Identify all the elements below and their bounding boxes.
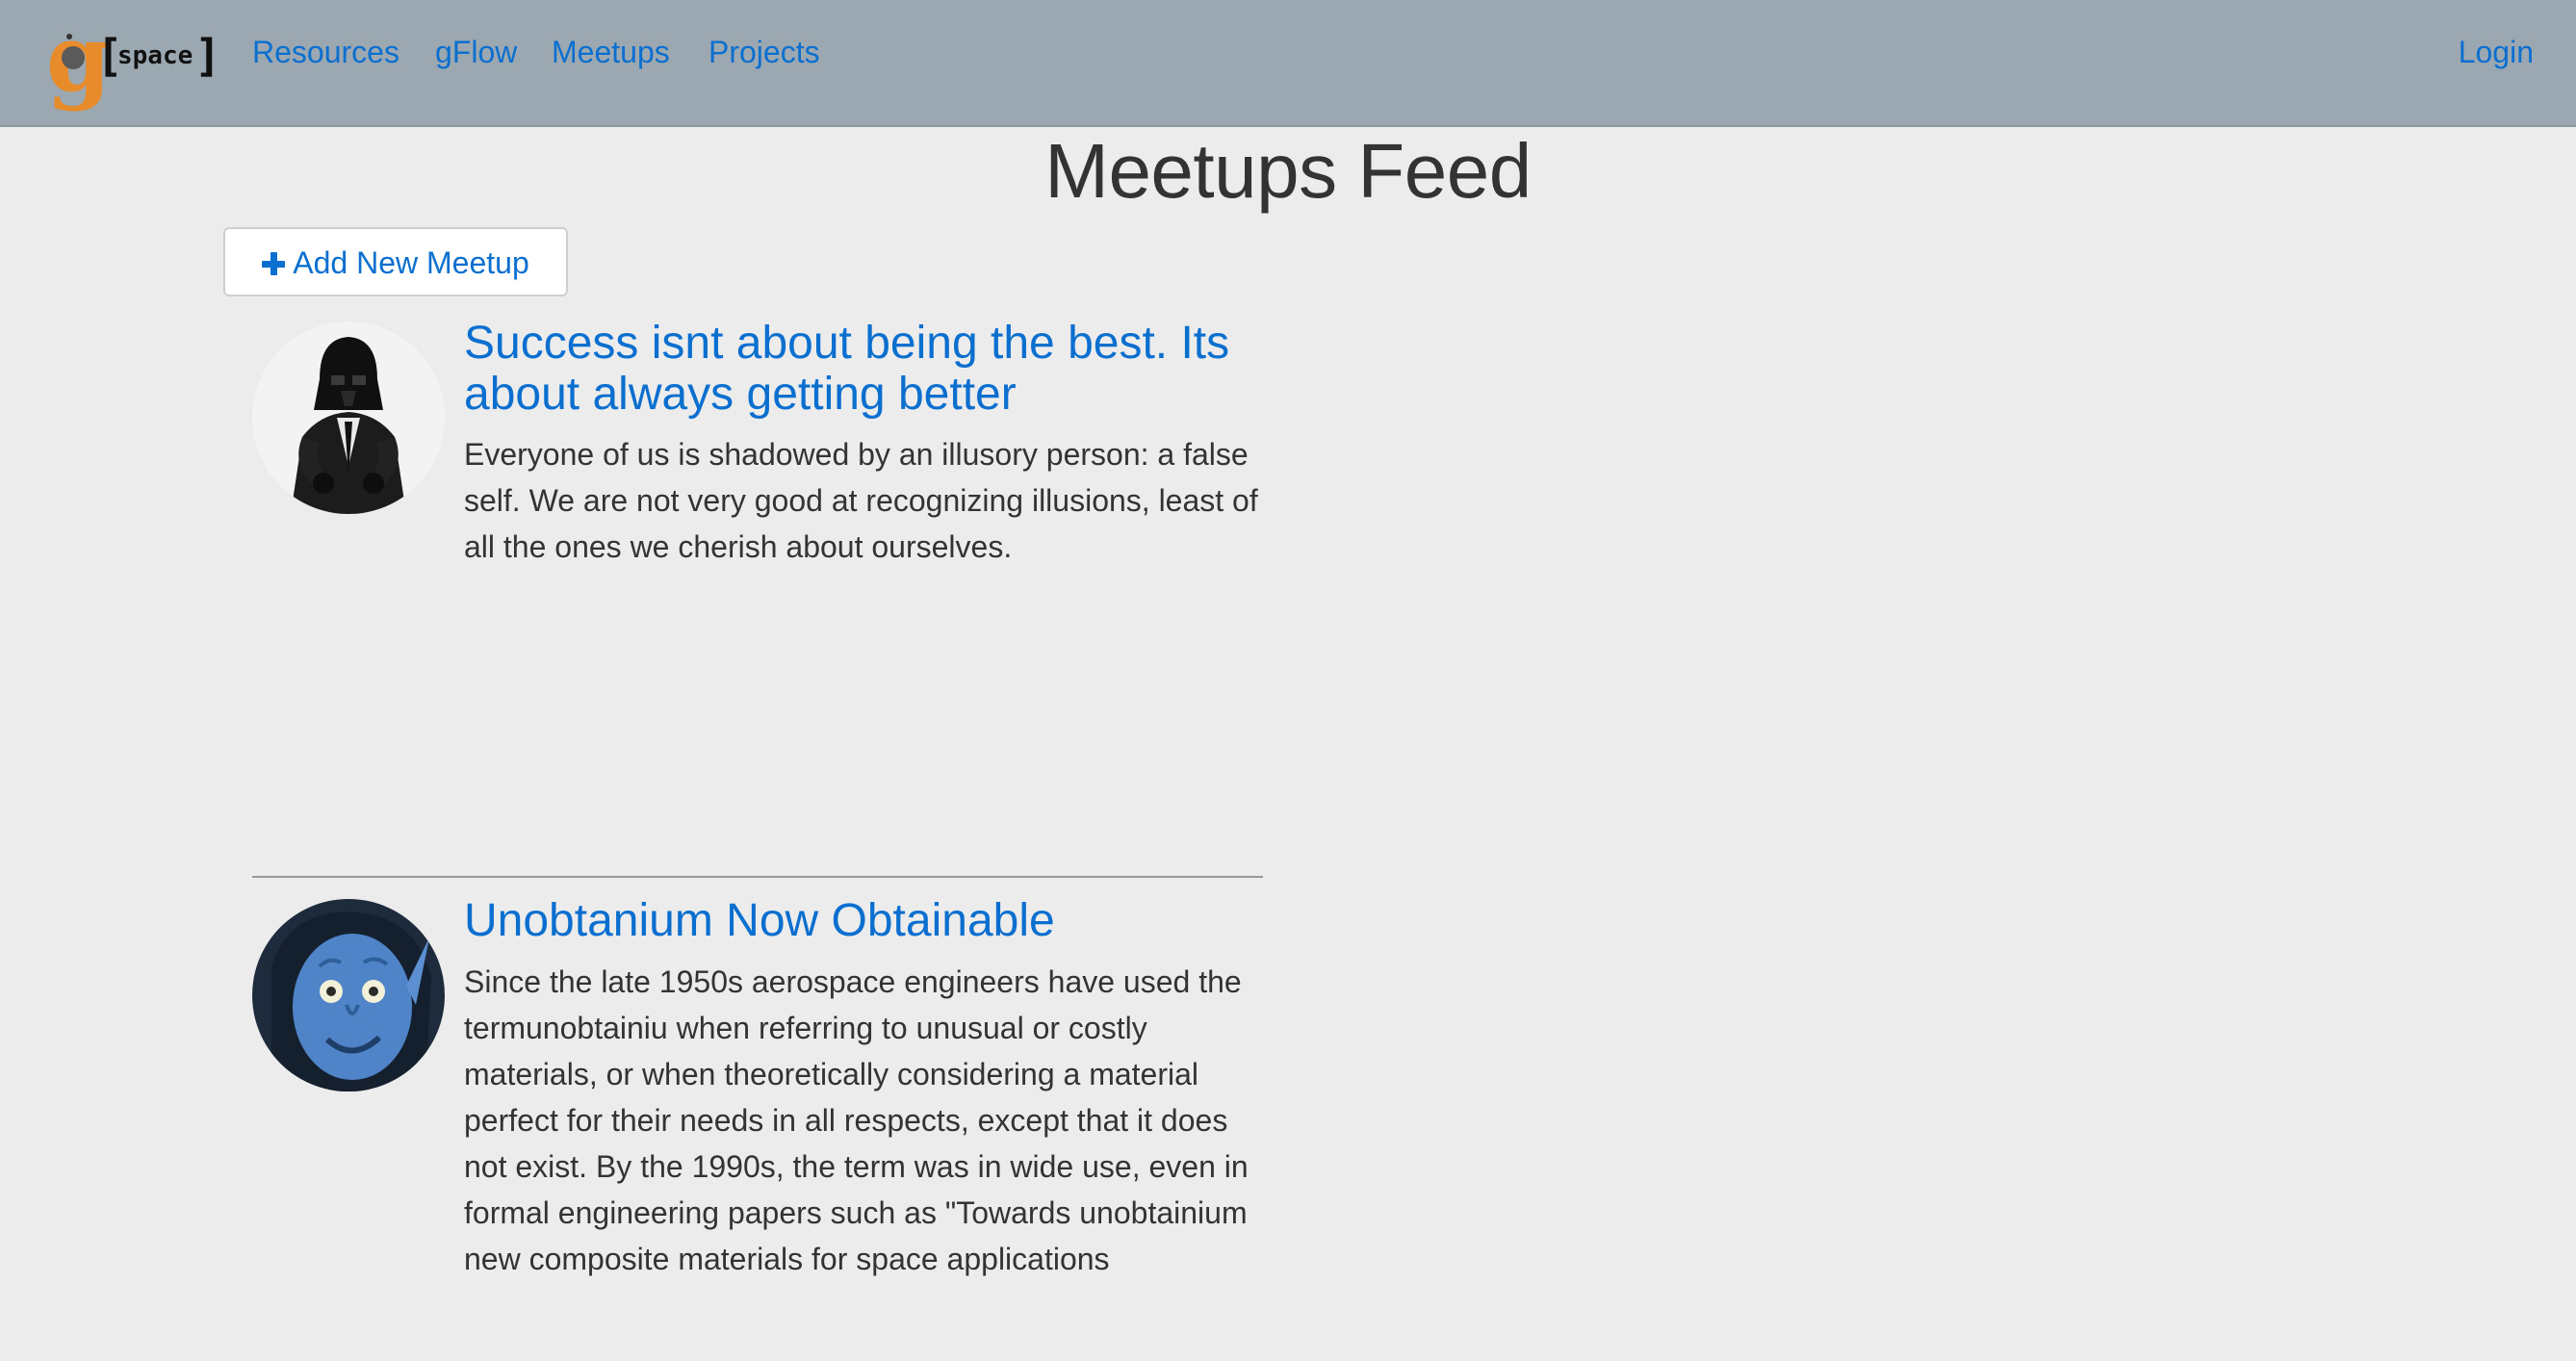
brand-logo[interactable]: g [ ] space bbox=[46, 4, 221, 114]
nav-link-gflow[interactable]: gFlow bbox=[435, 33, 517, 71]
top-navbar: g [ ] space Resources gFlow Meetups Proj… bbox=[0, 0, 2576, 127]
meetup-divider bbox=[252, 876, 1263, 878]
svg-text:]: ] bbox=[194, 30, 221, 82]
plus-icon bbox=[262, 252, 286, 275]
meetup-description: Everyone of us is shadowed by an illusor… bbox=[464, 437, 1258, 564]
meetup-avatar bbox=[252, 321, 445, 514]
meetup-title-link[interactable]: Success isnt about being the best. Its a… bbox=[464, 318, 1253, 420]
meetup-description: Since the late 1950s aerospace engineers… bbox=[464, 964, 1249, 1276]
nav-link-meetups[interactable]: Meetups bbox=[552, 33, 670, 71]
add-new-meetup-label: Add New Meetup bbox=[293, 245, 529, 280]
meetup-title-link[interactable]: Unobtanium Now Obtainable bbox=[464, 895, 1253, 946]
nav-link-resources[interactable]: Resources bbox=[252, 33, 399, 71]
nav-link-projects[interactable]: Projects bbox=[708, 33, 820, 71]
page-title: Meetups Feed bbox=[1044, 128, 1532, 214]
login-link[interactable]: Login bbox=[2459, 33, 2534, 71]
logo-text: space bbox=[117, 41, 193, 70]
meetup-avatar bbox=[252, 899, 445, 1091]
add-new-meetup-button[interactable]: Add New Meetup bbox=[223, 227, 568, 296]
